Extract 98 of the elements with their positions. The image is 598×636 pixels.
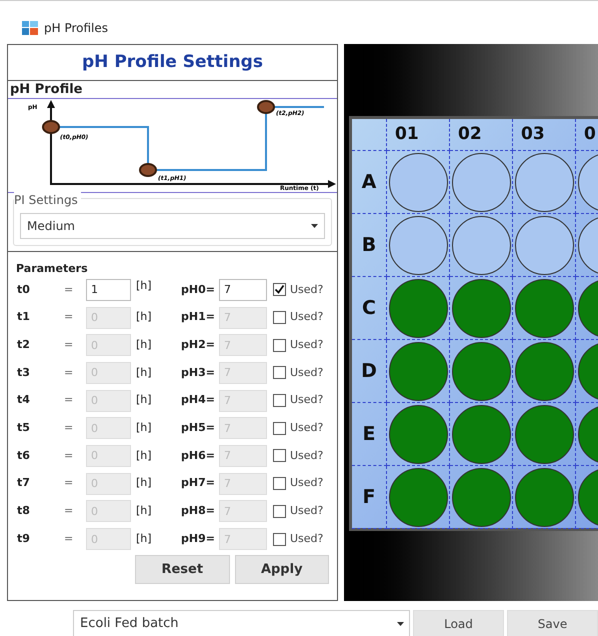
well[interactable]	[514, 152, 574, 212]
unit-label: [h]	[135, 278, 153, 294]
well[interactable]	[452, 468, 510, 526]
equals-sign: =	[64, 282, 74, 298]
profile-point	[42, 120, 60, 134]
parameter-label: t4	[16, 392, 31, 408]
row-header: C	[362, 296, 376, 321]
column-header: 02	[458, 122, 482, 146]
well[interactable]	[514, 278, 574, 338]
row-header: D	[361, 358, 377, 384]
parameter-label: pH6=	[181, 448, 216, 464]
used-label: Used?	[290, 448, 324, 464]
used-label: Used?	[290, 420, 324, 436]
equals-sign: =	[64, 503, 74, 520]
well[interactable]	[388, 216, 448, 274]
unit-label: [h]	[135, 503, 153, 520]
time-field[interactable]: 1	[86, 278, 131, 301]
row-header: E	[362, 422, 376, 447]
action-button[interactable]: Reset	[135, 554, 230, 584]
parameters-heading: Parameters	[16, 262, 89, 276]
equals-sign: =	[64, 530, 74, 547]
used-label: Used?	[290, 364, 324, 381]
equals-sign: =	[64, 448, 74, 464]
well[interactable]	[388, 278, 448, 338]
used-label: Used?	[290, 309, 324, 326]
mode-dropdown[interactable]: Medium	[20, 213, 325, 239]
well[interactable]	[514, 404, 574, 464]
used-checkbox[interactable]	[273, 283, 286, 296]
section-title: pH Profile	[10, 83, 82, 96]
well[interactable]	[388, 468, 448, 526]
parameter-label: pH9=	[181, 530, 216, 547]
parameter-label: t2	[16, 336, 31, 353]
used-label: Used?	[290, 336, 324, 353]
action-button[interactable]: Apply	[234, 554, 329, 584]
row-header: B	[362, 232, 376, 258]
well[interactable]	[514, 216, 574, 274]
well[interactable]	[452, 152, 510, 212]
group-label: PI Settings	[14, 191, 81, 209]
unit-label: [h]	[135, 392, 153, 408]
row-header: F	[362, 484, 376, 510]
unit-label: [h]	[135, 475, 153, 492]
well[interactable]	[452, 216, 510, 274]
well[interactable]	[452, 342, 510, 400]
unit-label: [h]	[135, 309, 153, 326]
equals-sign: =	[64, 336, 74, 353]
parameter-label: pH2=	[181, 336, 216, 353]
column-header: 0	[584, 122, 596, 146]
panel-title: pH Profile Settings	[82, 50, 263, 74]
well[interactable]	[514, 468, 574, 526]
window-title: pH Profiles	[44, 20, 108, 36]
column-header: 01	[395, 122, 419, 146]
app-icon	[22, 20, 38, 34]
well[interactable]	[452, 404, 510, 464]
equals-sign: =	[64, 392, 74, 408]
column-header: 03	[521, 122, 545, 146]
unit-label: [h]	[135, 530, 153, 547]
parameter-label: t3	[16, 364, 31, 381]
parameter-label: t0	[16, 282, 31, 298]
parameter-label: pH4=	[181, 392, 216, 408]
parameter-label: pH0=	[181, 282, 216, 298]
used-label: Used?	[290, 475, 324, 492]
well[interactable]	[514, 342, 574, 400]
parameter-label: t6	[16, 448, 31, 464]
used-label: Used?	[290, 282, 324, 298]
unit-label: [h]	[135, 336, 153, 353]
dropdown-caret-icon	[311, 224, 318, 228]
used-label: Used?	[290, 530, 324, 547]
profile-dropdown[interactable]: Ecoli Fed batch	[73, 610, 410, 636]
ph-field[interactable]: 7	[219, 278, 267, 301]
parameter-label: pH3=	[181, 364, 216, 381]
well[interactable]	[452, 278, 510, 338]
unit-label: [h]	[135, 364, 153, 381]
parameter-label: pH1=	[181, 309, 216, 326]
parameter-label: t1	[16, 309, 31, 326]
used-label: Used?	[290, 392, 324, 408]
parameter-label: t5	[16, 420, 31, 436]
dropdown-caret-icon	[397, 622, 404, 626]
equals-sign: =	[64, 309, 74, 326]
parameter-label: pH8=	[181, 503, 216, 520]
well[interactable]	[388, 152, 448, 212]
equals-sign: =	[64, 364, 74, 381]
toolbar-button[interactable]: Save	[507, 610, 598, 636]
used-label: Used?	[290, 503, 324, 520]
profile-point	[139, 163, 157, 177]
well[interactable]	[388, 342, 448, 400]
well[interactable]	[388, 404, 448, 464]
parameter-label: pH5=	[181, 420, 216, 436]
parameter-label: pH7=	[181, 475, 216, 492]
equals-sign: =	[64, 420, 74, 436]
profile-point	[257, 100, 275, 114]
unit-label: [h]	[135, 420, 153, 436]
parameter-label: t8	[16, 503, 31, 520]
equals-sign: =	[64, 475, 74, 492]
parameter-label: t9	[16, 530, 31, 547]
parameter-label: t7	[16, 475, 31, 492]
row-header: A	[362, 170, 376, 195]
unit-label: [h]	[135, 448, 153, 464]
toolbar-button[interactable]: Load	[413, 610, 504, 636]
